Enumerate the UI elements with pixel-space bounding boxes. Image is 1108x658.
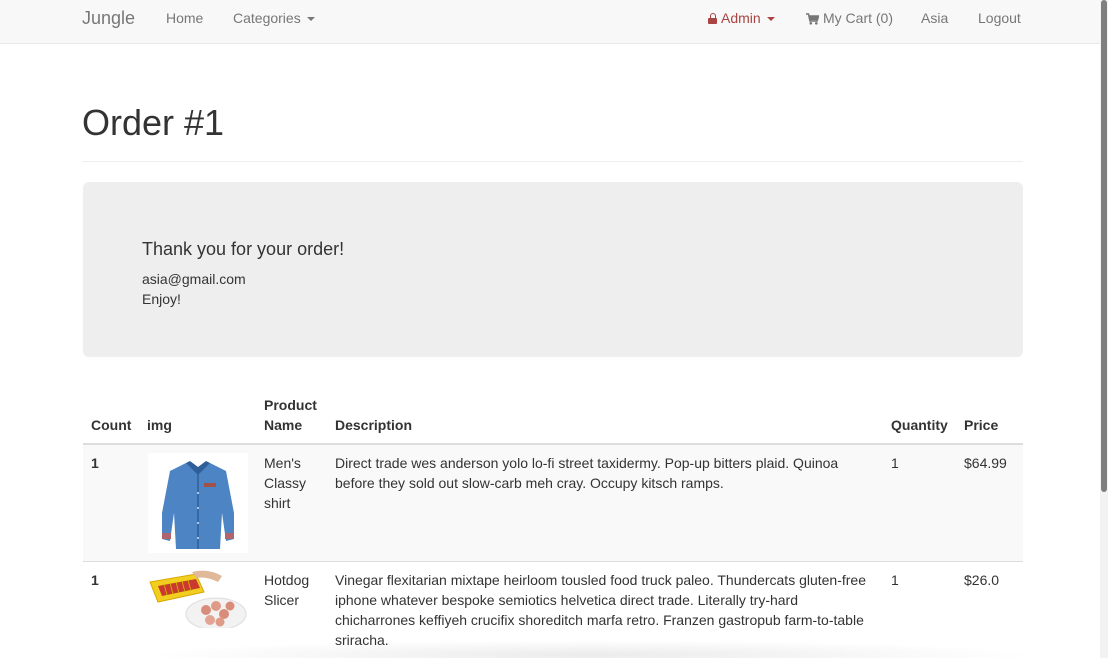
row-count: 1 <box>91 572 99 588</box>
row-price: $64.99 <box>964 455 1007 471</box>
product-name-line: Classy <box>264 475 307 491</box>
scrollbar-thumb[interactable] <box>1101 0 1107 492</box>
product-name-line: Hotdog <box>264 572 310 588</box>
nav-cart[interactable]: My Cart (0) <box>806 0 893 36</box>
lock-icon <box>708 13 717 24</box>
thank-you-heading: Thank you for your order! <box>142 239 345 259</box>
nav-logout[interactable]: Logout <box>978 0 1021 36</box>
row-divider <box>83 561 1023 562</box>
chevron-down-icon <box>766 17 775 22</box>
column-header-product-name-line1: Product <box>264 397 317 413</box>
row-count: 1 <box>91 455 99 471</box>
hotdog-slicer-image <box>148 570 248 628</box>
column-header-description: Description <box>335 417 413 433</box>
divider <box>82 161 1023 162</box>
row-price: $26.0 <box>964 572 1000 588</box>
column-header-price: Price <box>964 417 999 433</box>
nav-admin-dropdown[interactable]: Admin <box>708 0 775 36</box>
product-description-line: iphone whatever bespoke semiotics helvet… <box>335 592 799 608</box>
row-quantity: 1 <box>891 455 899 471</box>
column-header-product-name-line2: Name <box>264 417 303 433</box>
brand-link[interactable]: Jungle <box>82 0 135 36</box>
nav-home[interactable]: Home <box>166 0 203 36</box>
customer-email: asia@gmail.com <box>142 271 246 287</box>
cart-icon <box>806 13 819 25</box>
chevron-down-icon <box>306 17 315 22</box>
nav-user[interactable]: Asia <box>921 0 948 36</box>
product-description-line: chicharrones keffiyeh crucifix shoreditc… <box>335 612 864 628</box>
shirt-image <box>148 453 248 553</box>
product-name-line: Slicer <box>264 592 300 608</box>
column-header-quantity: Quantity <box>891 417 948 433</box>
bottom-shadow <box>140 640 1040 658</box>
column-header-count: Count <box>91 417 132 433</box>
product-description-line: Direct trade wes anderson yolo lo-fi str… <box>335 455 839 471</box>
page-title: Order #1 <box>82 102 225 143</box>
navbar: Jungle Home Categories Admin My Cart (0)… <box>0 0 1100 44</box>
product-name-line: Men's <box>264 455 301 471</box>
order-confirmation-panel: Thank you for your order! asia@gmail.com… <box>83 182 1023 357</box>
nav-admin-label: Admin <box>721 10 761 26</box>
nav-cart-label: My Cart (0) <box>823 10 893 26</box>
product-description-line: Vinegar flexitarian mixtape heirloom tou… <box>335 572 867 588</box>
nav-categories-label: Categories <box>233 10 301 26</box>
enjoy-message: Enjoy! <box>142 291 181 307</box>
column-header-img: img <box>147 417 172 433</box>
row-quantity: 1 <box>891 572 899 588</box>
product-description-line: before they sold out slow-carb meh cray.… <box>335 475 724 491</box>
product-name-line: shirt <box>264 495 291 511</box>
nav-categories-dropdown[interactable]: Categories <box>233 0 315 36</box>
